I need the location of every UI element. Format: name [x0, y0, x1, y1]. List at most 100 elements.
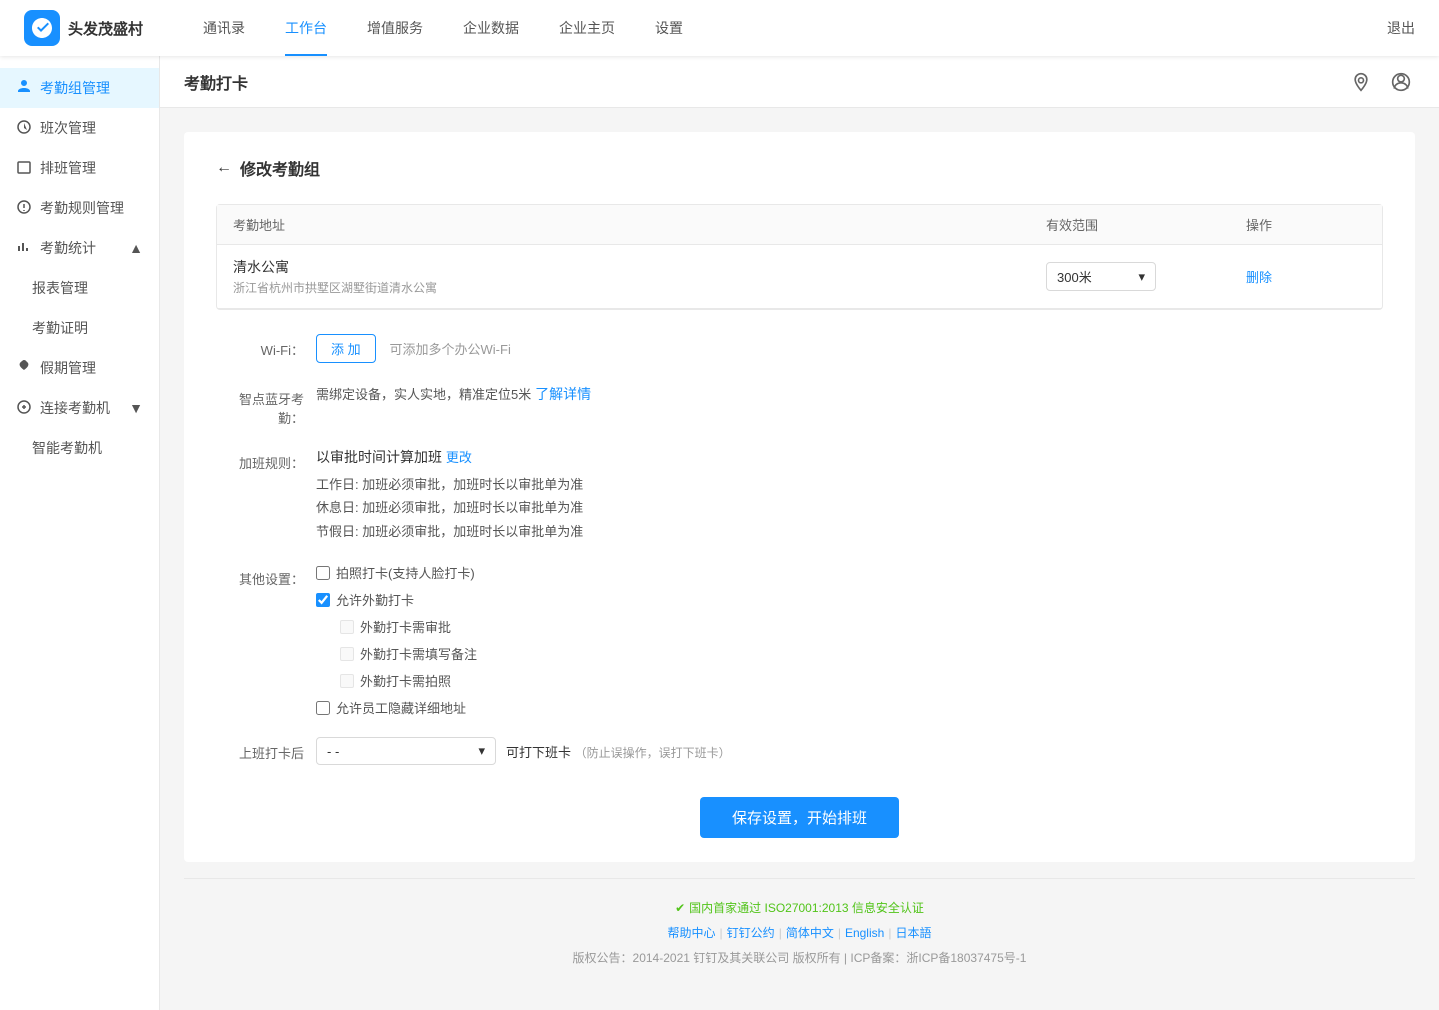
back-arrow-icon: ←	[216, 159, 232, 177]
nav-value-added[interactable]: 增值服务	[347, 0, 443, 56]
brand[interactable]: 头发茂盛村	[24, 10, 143, 46]
checkbox-row-photo: 拍照打卡(支持人脸打卡)	[316, 563, 1383, 582]
overtime-content: 以审批时间计算加班 更改 工作日: 加班必须审批，加班时长以审批单为准 休息日:…	[316, 447, 1383, 543]
checkbox-label-hide-location: 允许员工隐藏详细地址	[336, 698, 466, 717]
brand-logo	[24, 10, 60, 46]
checkbox-group: 拍照打卡(支持人脸打卡) 允许外勤打卡	[316, 563, 1383, 717]
checkbox-row-outside: 允许外勤打卡	[316, 590, 1383, 609]
checkbox-label-outside-photo: 外勤打卡需拍照	[360, 671, 451, 690]
nav-items: 通讯录 工作台 增值服务 企业数据 企业主页 设置	[183, 0, 1387, 56]
location-table: 考勤地址 有效范围 操作 清水公寓 浙江省杭州市拱墅区湖墅街道清水公寓 300米	[216, 204, 1383, 310]
checkbox-label-photo: 拍照打卡(支持人脸打卡)	[336, 563, 475, 582]
range-value: 300米	[1057, 267, 1092, 286]
clockin-after-value: - -	[327, 744, 339, 759]
holiday-icon	[16, 359, 32, 378]
stats-icon	[16, 239, 32, 258]
range-chevron-icon: ▾	[1138, 269, 1145, 285]
bluetooth-text: 需绑定设备，实人实地，精准定位5米	[316, 387, 531, 402]
sidebar-item-holiday[interactable]: 假期管理	[0, 348, 159, 388]
nav-settings[interactable]: 设置	[635, 0, 703, 56]
rule-line-2: 节假日: 加班必须审批，加班时长以审批单为准	[316, 520, 1383, 543]
checkbox-outside[interactable]	[316, 593, 330, 607]
sidebar-item-proof[interactable]: 考勤证明	[0, 308, 159, 348]
sidebar-label-proof: 考勤证明	[32, 318, 88, 338]
can-clock-out-text: 可打下班卡 （防止误操作，误打下班卡）	[506, 742, 731, 761]
shift-icon	[16, 119, 32, 138]
wifi-hint: 可添加多个办公Wi-Fi	[390, 342, 511, 357]
clockin-after-row: 上班打卡后 - - ▾ 可打下班卡 （防止误操作，误打下班卡）	[216, 737, 1383, 765]
main-content: ← 修改考勤组 考勤地址 有效范围 操作 清水公寓 浙江省杭州市拱墅区湖墅街道清…	[160, 108, 1439, 1010]
wifi-content: 添 加 可添加多个办公Wi-Fi	[316, 334, 1383, 363]
location-icon[interactable]	[1347, 68, 1375, 96]
overtime-row: 加班规则： 以审批时间计算加班 更改 工作日: 加班必须审批，加班时长以审批单为…	[216, 447, 1383, 543]
sidebar-item-shift[interactable]: 班次管理	[0, 108, 159, 148]
sidebar-item-attendance-group[interactable]: 考勤组管理	[0, 68, 159, 108]
user-circle-icon[interactable]	[1387, 68, 1415, 96]
footer: ✔ 国内首家通过 ISO27001:2013 信息安全认证 帮助中心 | 钉钉公…	[184, 878, 1415, 986]
page-header-icons	[1347, 68, 1415, 96]
footer-link-convention[interactable]: 钉钉公约	[727, 924, 775, 941]
sidebar-item-rules[interactable]: 考勤规则管理	[0, 188, 159, 228]
nav-workbench[interactable]: 工作台	[265, 0, 347, 56]
nav-contacts[interactable]: 通讯录	[183, 0, 265, 56]
range-select-wrapper: 300米 ▾	[1046, 262, 1246, 291]
footer-links: 帮助中心 | 钉钉公约 | 简体中文 | English | 日本語	[204, 924, 1395, 941]
footer-link-japanese[interactable]: 日本語	[895, 924, 931, 941]
rule-line-0: 工作日: 加班必须审批，加班时长以审批单为准	[316, 473, 1383, 496]
checkbox-hide-location[interactable]	[316, 701, 330, 715]
dropdown-row: - - ▾ 可打下班卡 （防止误操作，误打下班卡）	[316, 737, 1383, 765]
checkbox-photo[interactable]	[316, 566, 330, 580]
range-select[interactable]: 300米 ▾	[1046, 262, 1156, 291]
cert-text: 国内首家通过 ISO27001:2013 信息安全认证	[689, 899, 924, 916]
sidebar-item-machine[interactable]: 连接考勤机 ▼	[0, 388, 159, 428]
content-card: ← 修改考勤组 考勤地址 有效范围 操作 清水公寓 浙江省杭州市拱墅区湖墅街道清…	[184, 132, 1415, 862]
footer-cert: ✔ 国内首家通过 ISO27001:2013 信息安全认证	[204, 899, 1395, 916]
sidebar-label-smart-machine: 智能考勤机	[32, 438, 102, 458]
location-info: 清水公寓 浙江省杭州市拱墅区湖墅街道清水公寓	[233, 257, 1046, 296]
sidebar-item-schedule[interactable]: 排班管理	[0, 148, 159, 188]
overtime-label: 加班规则：	[216, 447, 316, 472]
bluetooth-detail-link[interactable]: 了解详情	[535, 386, 591, 402]
checkbox-row-outside-approval: 外勤打卡需审批	[316, 617, 1383, 636]
checkbox-label-outside-approval: 外勤打卡需审批	[360, 617, 451, 636]
clock-out-hint: （防止误操作，误打下班卡）	[575, 746, 731, 760]
sidebar-item-reports[interactable]: 报表管理	[0, 268, 159, 308]
page-title: 考勤打卡	[184, 70, 248, 94]
wifi-add-button[interactable]: 添 加	[316, 334, 376, 363]
select-chevron-icon: ▾	[478, 743, 485, 759]
logout-link[interactable]: 退出	[1387, 18, 1415, 38]
overtime-change-link[interactable]: 更改	[446, 450, 472, 465]
rules-icon	[16, 199, 32, 218]
col-address: 考勤地址	[233, 215, 1046, 234]
footer-link-chinese[interactable]: 简体中文	[786, 924, 834, 941]
col-range: 有效范围	[1046, 215, 1246, 234]
bluetooth-label: 智点蓝牙考勤：	[216, 383, 316, 427]
nav-enterprise-home[interactable]: 企业主页	[539, 0, 635, 56]
nav-right: 退出	[1387, 18, 1415, 38]
location-table-header: 考勤地址 有效范围 操作	[217, 205, 1382, 245]
checkbox-label-outside: 允许外勤打卡	[336, 590, 414, 609]
save-button[interactable]: 保存设置，开始排班	[700, 797, 899, 838]
sidebar-label-holiday: 假期管理	[40, 358, 96, 378]
delete-button[interactable]: 删除	[1246, 270, 1272, 285]
rule-lines: 工作日: 加班必须审批，加班时长以审批单为准 休息日: 加班必须审批，加班时长以…	[316, 473, 1383, 543]
sidebar-item-smart-machine[interactable]: 智能考勤机	[0, 428, 159, 468]
clockin-after-select[interactable]: - - ▾	[316, 737, 496, 765]
nav-enterprise-data[interactable]: 企业数据	[443, 0, 539, 56]
sub-indent-box-approval	[340, 620, 354, 634]
bluetooth-row: 智点蓝牙考勤： 需绑定设备，实人实地，精准定位5米 了解详情	[216, 383, 1383, 427]
footer-link-english[interactable]: English	[845, 926, 884, 940]
wifi-row: Wi-Fi： 添 加 可添加多个办公Wi-Fi	[216, 334, 1383, 363]
sidebar-label-stats: 考勤统计	[40, 238, 96, 258]
col-action: 操作	[1246, 215, 1366, 234]
footer-link-help[interactable]: 帮助中心	[668, 924, 716, 941]
main-layout: 考勤组管理 班次管理 排班管理 考勤规则管理 考勤统计	[0, 56, 1439, 1010]
checkbox-row-outside-photo: 外勤打卡需拍照	[316, 671, 1383, 690]
other-settings-label: 其他设置：	[216, 563, 316, 588]
footer-copyright: 版权公告：2014-2021 钉钉及其关联公司 版权所有 | ICP备案：浙IC…	[204, 949, 1395, 966]
bluetooth-content: 需绑定设备，实人实地，精准定位5米 了解详情	[316, 383, 1383, 406]
back-header[interactable]: ← 修改考勤组	[216, 156, 1383, 180]
page-area: 考勤打卡 ← 修改考勤组 考勤	[160, 56, 1439, 1010]
sidebar-item-stats[interactable]: 考勤统计 ▲	[0, 228, 159, 268]
clockin-after-content: - - ▾ 可打下班卡 （防止误操作，误打下班卡）	[316, 737, 1383, 765]
